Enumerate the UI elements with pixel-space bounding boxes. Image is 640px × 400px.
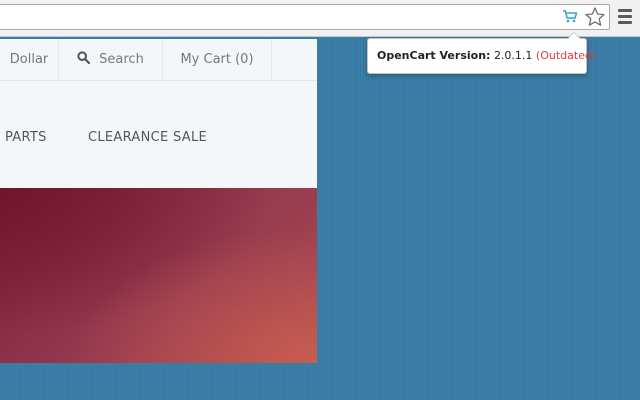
shopping-cart-icon[interactable] xyxy=(562,8,578,24)
search-icon xyxy=(77,51,91,64)
my-cart-button[interactable]: My Cart (0) xyxy=(163,39,272,80)
main-menu: PARTS CLEARANCE SALE xyxy=(0,81,317,188)
hamburger-menu-icon[interactable] xyxy=(618,9,632,25)
top-bar: Dollar Search My Cart (0) xyxy=(0,39,317,81)
menu-item-clearance-sale[interactable]: CLEARANCE SALE xyxy=(88,130,207,145)
version-label: OpenCart Version: xyxy=(377,49,491,62)
opencart-version-popup: OpenCart Version: 2.0.1.1 (Outdated) xyxy=(367,32,596,74)
currency-label: Dollar xyxy=(9,52,49,67)
cart-label: My Cart (0) xyxy=(180,52,254,67)
menu-item-parts[interactable]: PARTS xyxy=(5,130,47,145)
bookmark-star-icon[interactable] xyxy=(584,6,606,28)
search-button[interactable]: Search xyxy=(59,39,163,80)
address-bar[interactable] xyxy=(0,4,610,30)
browser-toolbar xyxy=(0,0,640,37)
currency-selector[interactable]: Dollar xyxy=(0,39,59,80)
version-status: (Outdated) xyxy=(535,49,597,62)
version-number: 2.0.1.1 xyxy=(493,49,533,62)
search-label: Search xyxy=(99,52,144,67)
hero-banner xyxy=(0,188,317,363)
site-header: Dollar Search My Cart (0) PARTS CLEARANC… xyxy=(0,39,317,363)
